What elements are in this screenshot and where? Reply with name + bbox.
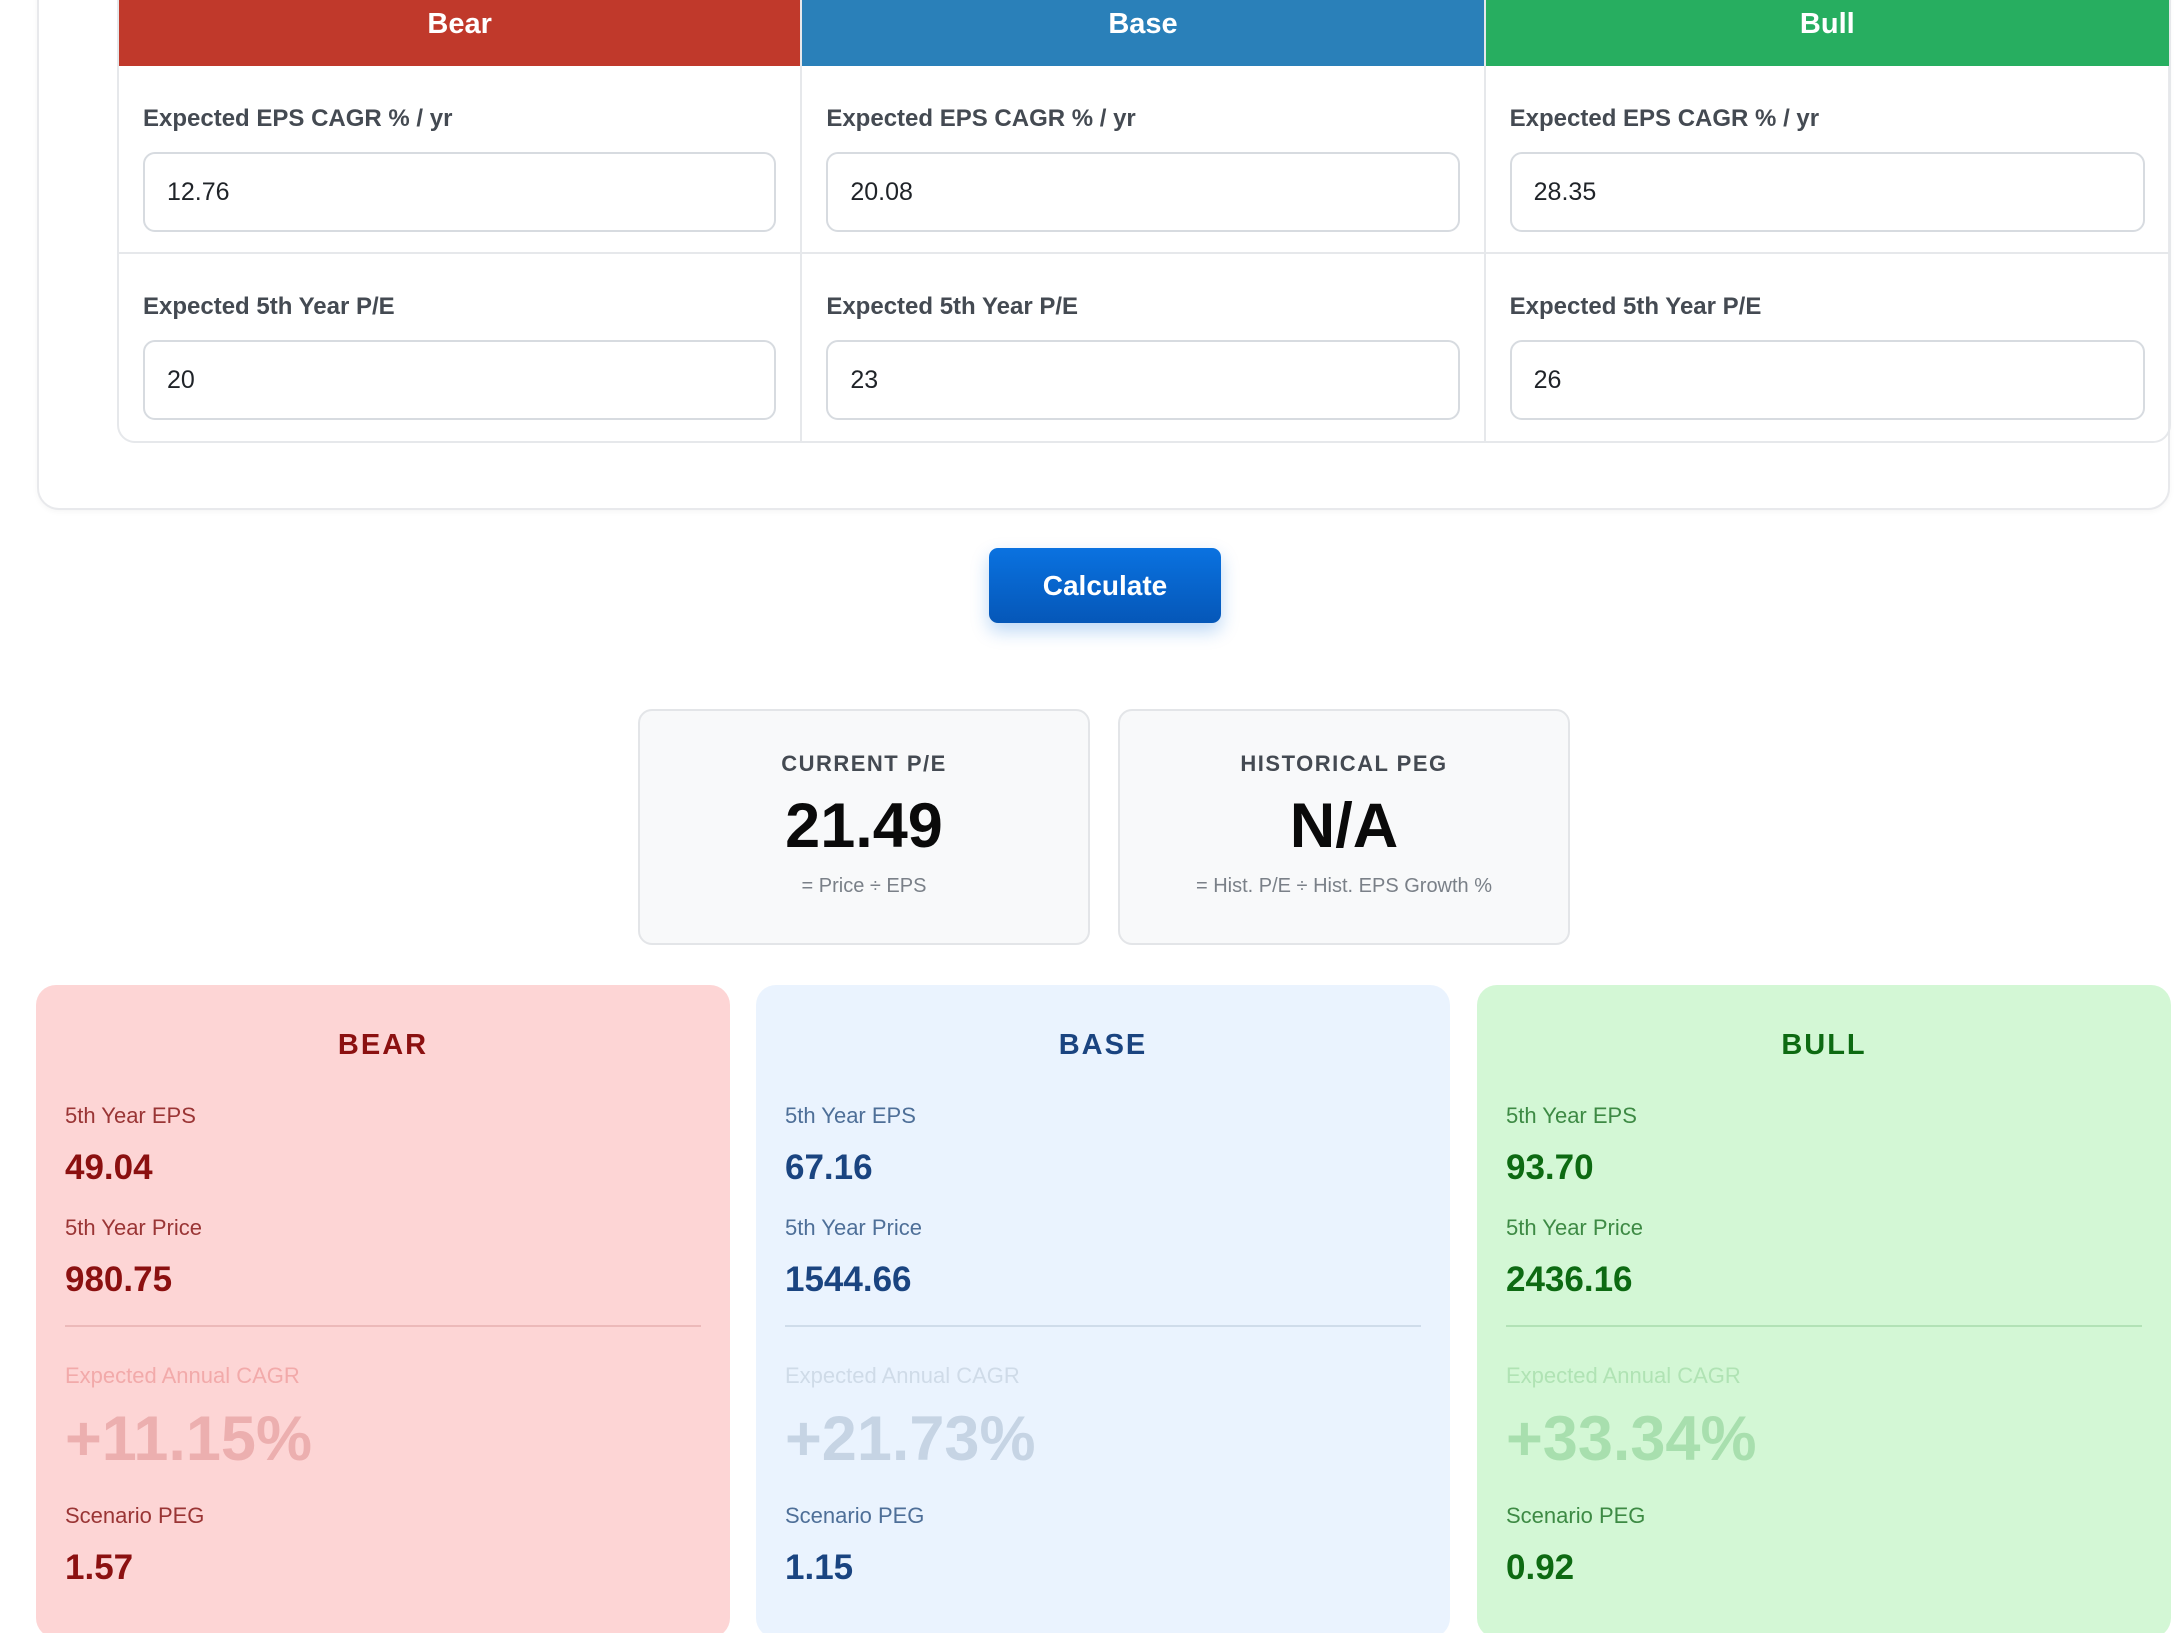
current-pe-value: 21.49 [785, 791, 943, 861]
eps-label-bear: 5th Year EPS [65, 1103, 196, 1128]
pe-input-bear[interactable] [143, 340, 777, 420]
pe-label-bull: Expected 5th Year P/E [1509, 293, 1762, 320]
result-card-bear: BEAR 5th Year EPS 49.04 5th Year Price 9… [36, 985, 730, 1633]
cagr-label-bull: Expected EPS CAGR % / yr [1509, 105, 1820, 132]
eps-label-bull: 5th Year EPS [1506, 1103, 1637, 1128]
scenario-column-bull: Bull Expected EPS CAGR % / yr Expected 5… [1485, 0, 2169, 441]
annual-cagr-value-base: +21.73% [785, 1404, 1036, 1474]
price-value-base: 1544.66 [785, 1260, 912, 1299]
scenario-input-card: Bear Expected EPS CAGR % / yr Expected 5… [37, 0, 2171, 510]
price-label-bull: 5th Year Price [1506, 1215, 1643, 1240]
current-pe-title: CURRENT P/E [781, 751, 947, 776]
scenario-header-bear: Bear [119, 0, 801, 66]
annual-cagr-label-bull: Expected Annual CAGR [1506, 1363, 1741, 1388]
pe-label-bear: Expected 5th Year P/E [143, 293, 395, 320]
pe-field-base: Expected 5th Year P/E [802, 254, 1483, 441]
cagr-field-base: Expected EPS CAGR % / yr [802, 66, 1484, 254]
peg-value-bear: 1.57 [65, 1548, 134, 1587]
current-pe-box: CURRENT P/E 21.49 = Price ÷ EPS [638, 709, 1090, 945]
pe-field-bull: Expected 5th Year P/E [1486, 254, 2169, 441]
eps-value-bull: 93.70 [1506, 1148, 1594, 1187]
peg-label-bull: Scenario PEG [1506, 1503, 1646, 1528]
result-card-base: BASE 5th Year EPS 67.16 5th Year Price 1… [756, 985, 1450, 1633]
result-divider-bear [65, 1325, 701, 1327]
calculate-button[interactable]: Calculate [989, 548, 1221, 623]
result-title-bull: BULL [1781, 1029, 1867, 1061]
annual-cagr-value-bull: +33.34% [1506, 1404, 1757, 1474]
cagr-field-bear: Expected EPS CAGR % / yr [119, 66, 801, 254]
pe-input-bull[interactable] [1509, 340, 2145, 420]
peg-label-base: Scenario PEG [785, 1503, 925, 1528]
peg-value-bull: 0.92 [1506, 1548, 1575, 1587]
cagr-label-bear: Expected EPS CAGR % / yr [143, 105, 453, 132]
result-title-base: BASE [1058, 1029, 1148, 1061]
page-root: Bear Expected EPS CAGR % / yr Expected 5… [0, 0, 2180, 1633]
eps-value-base: 67.16 [785, 1148, 873, 1187]
scenario-column-base: Base Expected EPS CAGR % / yr Expected 5… [802, 0, 1486, 441]
annual-cagr-value-bear: +11.15% [65, 1404, 312, 1474]
cagr-label-base: Expected EPS CAGR % / yr [826, 105, 1136, 132]
pe-field-bear: Expected 5th Year P/E [119, 254, 800, 441]
scenario-column-bear: Bear Expected EPS CAGR % / yr Expected 5… [119, 0, 803, 441]
result-divider-bull [1506, 1325, 2142, 1327]
historical-peg-title: HISTORICAL PEG [1240, 751, 1448, 776]
eps-label-base: 5th Year EPS [785, 1103, 916, 1128]
historical-peg-box: HISTORICAL PEG N/A = Hist. P/E ÷ Hist. E… [1118, 709, 1570, 945]
scenario-grid: Bear Expected EPS CAGR % / yr Expected 5… [117, 0, 2171, 443]
historical-peg-formula: = Hist. P/E ÷ Hist. EPS Growth % [1195, 875, 1493, 897]
price-label-bear: 5th Year Price [65, 1215, 202, 1240]
eps-value-bear: 49.04 [65, 1148, 153, 1187]
scenario-header-base: Base [802, 0, 1484, 66]
current-pe-formula: = Price ÷ EPS [801, 875, 927, 897]
scenario-header-bull: Bull [1485, 0, 2169, 66]
historical-peg-value: N/A [1289, 791, 1399, 861]
result-divider-base [785, 1325, 1421, 1327]
cagr-input-bear[interactable] [143, 152, 777, 232]
annual-cagr-label-bear: Expected Annual CAGR [65, 1363, 300, 1388]
pe-label-base: Expected 5th Year P/E [826, 293, 1079, 320]
price-label-base: 5th Year Price [785, 1215, 922, 1240]
result-card-bull: BULL 5th Year EPS 93.70 5th Year Price 2… [1477, 985, 2171, 1633]
peg-value-base: 1.15 [785, 1548, 854, 1587]
annual-cagr-label-base: Expected Annual CAGR [785, 1363, 1020, 1388]
peg-label-bear: Scenario PEG [65, 1503, 205, 1528]
pe-input-base[interactable] [826, 340, 1460, 420]
result-title-bear: BEAR [337, 1029, 429, 1061]
price-value-bull: 2436.16 [1506, 1260, 1633, 1299]
cagr-input-bull[interactable] [1509, 152, 2145, 232]
cagr-field-bull: Expected EPS CAGR % / yr [1485, 66, 2169, 254]
cagr-input-base[interactable] [826, 152, 1460, 232]
price-value-bear: 980.75 [65, 1260, 173, 1299]
